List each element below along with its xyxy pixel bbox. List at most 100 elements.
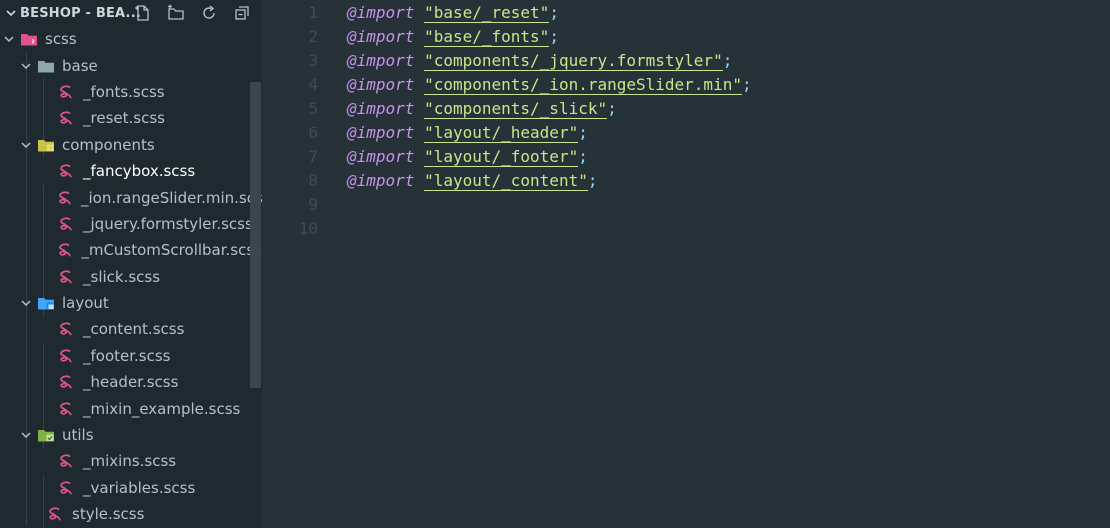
code-text: @import "base/_reset";: [347, 2, 559, 23]
semicolon: ;: [578, 146, 588, 166]
code-text: @import "base/_fonts";: [347, 26, 559, 47]
import-keyword: @import: [347, 50, 415, 70]
import-keyword: @import: [347, 170, 415, 190]
semicolon: ;: [722, 50, 733, 70]
tree-file-item[interactable]: _mixin_example.scss: [0, 395, 262, 421]
tree-file-item[interactable]: _mixins.scss: [0, 448, 262, 474]
line-number: 3: [308, 50, 318, 70]
tree-file-item[interactable]: _fancybox.scss: [0, 158, 262, 184]
tree-item-label: _ion.rangeSlider.min.scss: [81, 188, 262, 207]
sass-icon: [57, 83, 75, 101]
code-text: @import "layout/_content";: [347, 170, 598, 191]
chevron-down-icon[interactable]: [19, 296, 33, 310]
import-path-string[interactable]: "components/_jquery.formstyler": [424, 50, 723, 71]
tree-folder-base[interactable]: base: [0, 52, 262, 78]
tree-item-label: _slick.scss: [83, 267, 161, 286]
code-line[interactable]: 5 @import "components/_slick";: [262, 96, 1110, 120]
refresh-icon[interactable]: [199, 3, 219, 23]
tree-file-item[interactable]: style.scss: [0, 501, 262, 527]
sass-icon: [57, 241, 73, 259]
code-line[interactable]: 8 @import "layout/_content";: [262, 168, 1110, 192]
semicolon: ;: [587, 170, 598, 190]
sass-icon: [57, 452, 75, 470]
sass-icon: [57, 373, 75, 391]
import-path-string[interactable]: "layout/_footer": [424, 146, 579, 167]
collapse-all-icon[interactable]: [232, 3, 252, 23]
import-path-string[interactable]: "base/_fonts": [424, 26, 550, 47]
sidebar-scrollbar[interactable]: [250, 82, 261, 388]
line-number: 8: [308, 170, 318, 190]
tree-item-label: _reset.scss: [83, 109, 165, 128]
explorer-title: BESHOP - BEA...: [20, 5, 141, 21]
chevron-down-icon[interactable]: [2, 32, 16, 46]
tree-file-item[interactable]: _mCustomScrollbar.scss: [0, 237, 262, 263]
tree-file-item[interactable]: _jquery.formstyler.scss: [0, 211, 262, 237]
code-line[interactable]: 10: [262, 216, 1110, 240]
sass-icon: [57, 347, 75, 365]
line-number: 9: [308, 194, 318, 214]
sass-icon: [57, 268, 75, 286]
import-path-string[interactable]: "components/_slick": [424, 98, 608, 119]
tree-item-label: style.scss: [72, 505, 145, 524]
semicolon: ;: [741, 74, 752, 94]
tree-file-item[interactable]: _footer.scss: [0, 343, 262, 369]
sass-icon: [46, 505, 64, 523]
tree-folder-components[interactable]: components: [0, 132, 262, 158]
explorer-header[interactable]: BESHOP - BEA...: [0, 0, 262, 26]
chevron-down-icon[interactable]: [19, 138, 33, 152]
tree-file-item[interactable]: _content.scss: [0, 316, 262, 342]
code-text: @import "layout/_header";: [347, 122, 588, 143]
tree-item-label: _mixins.scss: [83, 452, 177, 471]
line-number: 7: [308, 146, 318, 166]
code-line[interactable]: 7 @import "layout/_footer";: [262, 144, 1110, 168]
tree-item-label: utils: [62, 426, 94, 445]
import-path-string[interactable]: "base/_reset": [424, 2, 550, 23]
new-file-icon[interactable]: [133, 3, 153, 23]
tree-file-item[interactable]: _ion.rangeSlider.min.scss: [0, 184, 262, 210]
semicolon: ;: [578, 122, 588, 142]
tree-item-label: base: [62, 56, 98, 75]
import-path-string[interactable]: "layout/_header": [424, 122, 579, 143]
code-editor[interactable]: 1 @import "base/_reset"; 2 @import "base/_f…: [262, 0, 1110, 528]
chevron-down-icon[interactable]: [4, 7, 18, 19]
code-text: @import "components/_jquery.formstyler";: [347, 50, 733, 71]
tree-folder-layout[interactable]: layout: [0, 290, 262, 316]
code-line[interactable]: 4 @import "components/_ion.rangeSlider.mi…: [262, 72, 1110, 96]
line-number: 2: [308, 26, 318, 46]
code-line[interactable]: 6 @import "layout/_header";: [262, 120, 1110, 144]
tree-file-item[interactable]: _slick.scss: [0, 264, 262, 290]
line-number: 6: [308, 122, 318, 142]
tree-item-label: components: [62, 135, 155, 154]
tree-item-label: _jquery.formstyler.scss: [83, 214, 253, 233]
code-line[interactable]: 1 @import "base/_reset";: [262, 0, 1110, 24]
tree-file-item[interactable]: _variables.scss: [0, 475, 262, 501]
import-path-string[interactable]: "layout/_content": [424, 170, 588, 191]
explorer-actions: [133, 3, 252, 23]
line-number: 5: [308, 98, 318, 118]
tree-folder-scss[interactable]: scss: [0, 26, 262, 52]
code-text: @import "components/_ion.rangeSlider.min…: [347, 74, 752, 95]
chevron-down-icon[interactable]: [19, 59, 33, 73]
tree-file-item[interactable]: _header.scss: [0, 369, 262, 395]
tree-item-label: _mixin_example.scss: [83, 399, 241, 418]
app-window: BESHOP - BEA... scss base _fonts.scss _r…: [0, 0, 1110, 528]
tree-file-item[interactable]: _reset.scss: [0, 105, 262, 131]
tree-item-label: scss: [45, 30, 77, 49]
code-text: @import "layout/_footer";: [347, 146, 588, 167]
explorer-sidebar: BESHOP - BEA... scss base _fonts.scss _r…: [0, 0, 262, 528]
tree-item-label: _fancybox.scss: [83, 162, 196, 181]
code-line[interactable]: 2 @import "base/_fonts";: [262, 24, 1110, 48]
import-path-string[interactable]: "components/_ion.rangeSlider.min": [424, 74, 742, 95]
new-folder-icon[interactable]: [166, 3, 186, 23]
code-line[interactable]: 9: [262, 192, 1110, 216]
tree-file-item[interactable]: _fonts.scss: [0, 79, 262, 105]
import-keyword: @import: [347, 74, 415, 94]
line-number: 10: [298, 218, 318, 238]
chevron-down-icon[interactable]: [19, 428, 33, 442]
import-keyword: @import: [347, 2, 415, 22]
tree-folder-utils[interactable]: utils: [0, 422, 262, 448]
code-line[interactable]: 3 @import "components/_jquery.formstyler"…: [262, 48, 1110, 72]
sass-icon: [57, 320, 75, 338]
layout-folder-icon: [37, 294, 55, 312]
import-keyword: @import: [347, 122, 415, 142]
